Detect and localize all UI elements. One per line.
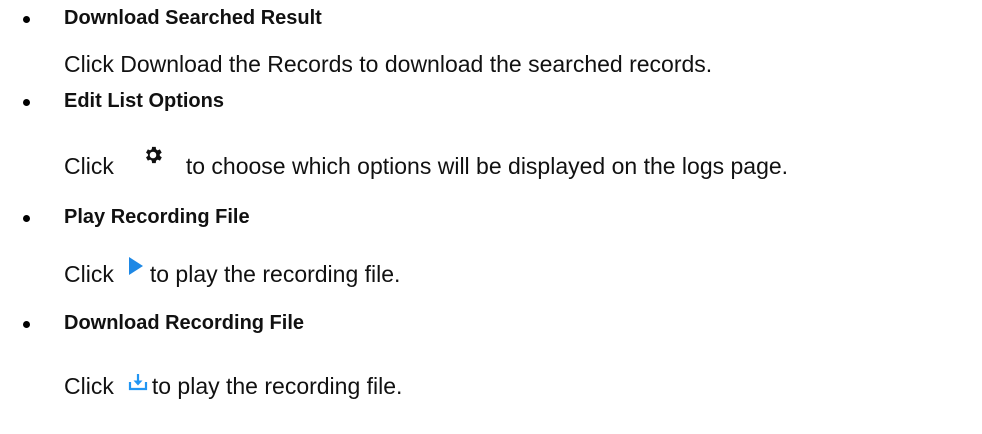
description-suffix: to play the recording file. — [151, 373, 403, 399]
description-prefix: Click — [64, 153, 114, 179]
bullet — [23, 16, 30, 23]
description-suffix: to choose which options will be displaye… — [185, 153, 789, 179]
description-prefix: Click — [64, 261, 114, 287]
description-suffix: to play the recording file. — [149, 261, 401, 287]
description-prefix: Click — [64, 373, 114, 399]
item-description: Click to play the recording file. — [64, 257, 401, 288]
play-icon — [128, 256, 144, 276]
item-title: Edit List Options — [64, 90, 224, 112]
bullet — [23, 321, 30, 328]
item-description: Click to play the recording file. — [64, 372, 402, 400]
item-title: Download Searched Result — [64, 7, 322, 29]
item-title: Play Recording File — [64, 206, 250, 228]
bullet — [23, 99, 30, 106]
item-description: Click Download the Records to download t… — [64, 51, 713, 77]
download-icon — [128, 373, 148, 391]
item-description: Click to choose which options will be di… — [64, 146, 789, 180]
bullet — [23, 215, 30, 222]
gear-icon — [142, 144, 164, 166]
item-title: Download Recording File — [64, 312, 305, 334]
